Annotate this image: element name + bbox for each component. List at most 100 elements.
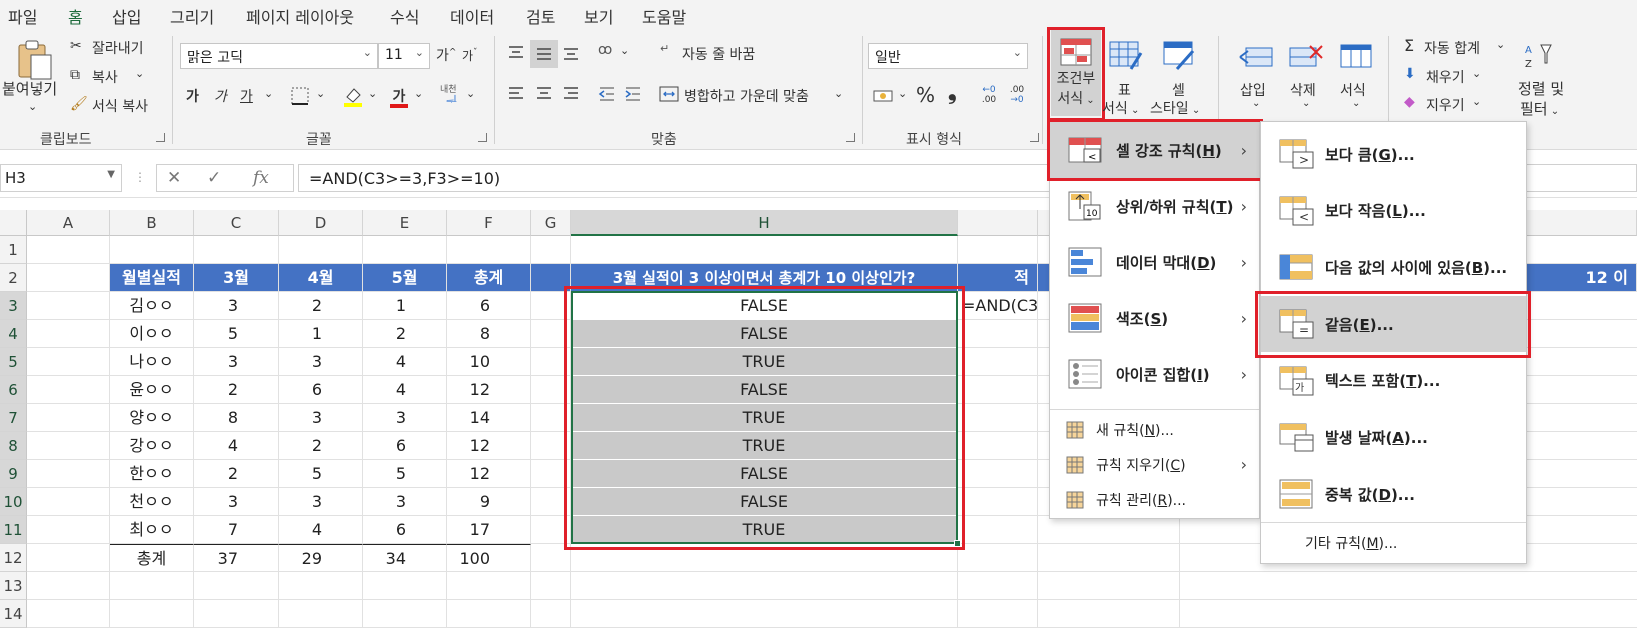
- menu-home[interactable]: 홈: [66, 4, 85, 33]
- table-cell[interactable]: 4: [194, 432, 279, 460]
- autosum-button[interactable]: 자동 합계: [1424, 38, 1480, 58]
- insert-dropdown-icon[interactable]: ⌄: [1252, 98, 1260, 109]
- total-cell[interactable]: 37: [194, 544, 279, 572]
- table-cell[interactable]: 6: [279, 376, 363, 404]
- table-header-cell[interactable]: 월별실적: [110, 264, 194, 292]
- table-cell[interactable]: 7: [194, 516, 279, 544]
- table-cell[interactable]: 1: [279, 320, 363, 348]
- table-cell[interactable]: 최ㅇㅇ: [110, 516, 194, 544]
- insert-cells-button[interactable]: 삽입: [1240, 80, 1266, 100]
- bold-button[interactable]: 가: [186, 86, 199, 106]
- table-cell[interactable]: 4: [279, 516, 363, 544]
- highlight-rule-item[interactable]: < 보다 작음(L)...: [1261, 183, 1526, 239]
- enter-icon[interactable]: ✓: [207, 168, 221, 188]
- wrap-text-button[interactable]: 자동 줄 바꿈: [682, 44, 755, 64]
- result-cell[interactable]: FALSE: [571, 320, 958, 348]
- total-cell[interactable]: 100: [447, 544, 531, 572]
- row-header[interactable]: 10: [0, 488, 27, 516]
- table-cell[interactable]: 12: [447, 432, 531, 460]
- table-header-cell[interactable]: 4월: [279, 264, 363, 292]
- cell-styles-icon[interactable]: [1160, 38, 1200, 74]
- table-header-cell[interactable]: 총계: [447, 264, 531, 292]
- increase-decimal-icon[interactable]: ←0.00: [976, 82, 1002, 108]
- number-launcher-icon[interactable]: [1030, 133, 1039, 142]
- table-cell[interactable]: 2: [363, 320, 447, 348]
- fill-color-dropdown-icon[interactable]: ⌄: [368, 87, 377, 100]
- table-header-cell[interactable]: 5월: [363, 264, 447, 292]
- fill-dropdown-icon[interactable]: ⌄: [1472, 67, 1481, 80]
- cf-menu-small-item[interactable]: 새 규칙(N)...: [1050, 412, 1259, 447]
- cf-menu-small-item[interactable]: 규칙 관리(R)...: [1050, 482, 1259, 517]
- phonetic-dropdown-icon[interactable]: ⌄: [466, 87, 475, 100]
- font-size-select[interactable]: 11 ⌄: [378, 43, 430, 69]
- copy-icon[interactable]: ⧉: [70, 67, 80, 83]
- table-cell[interactable]: 3: [363, 488, 447, 516]
- select-all-corner[interactable]: [0, 210, 27, 236]
- table-cell[interactable]: 김ㅇㅇ: [110, 292, 194, 320]
- table-cell[interactable]: 이ㅇㅇ: [110, 320, 194, 348]
- table-cell[interactable]: 14: [447, 404, 531, 432]
- highlight-rule-item[interactable]: 가 텍스트 포함(T)...: [1261, 353, 1526, 409]
- result-cell[interactable]: TRUE: [571, 348, 958, 376]
- cf-menu-item[interactable]: 10 상위/하위 규칙(T) ›: [1050, 178, 1259, 234]
- column-header[interactable]: H: [571, 210, 958, 236]
- table-cell[interactable]: 강ㅇㅇ: [110, 432, 194, 460]
- menu-data[interactable]: 데이터: [450, 4, 494, 28]
- table-cell[interactable]: 6: [363, 516, 447, 544]
- merge-center-icon[interactable]: [658, 84, 680, 104]
- format-as-table-line2[interactable]: 서식 ⌄: [1102, 98, 1139, 118]
- align-top-icon[interactable]: [505, 42, 527, 64]
- format-as-table-line1[interactable]: 표: [1118, 80, 1131, 100]
- menu-page-layout[interactable]: 페이지 레이아웃: [246, 4, 354, 28]
- align-left-icon[interactable]: [505, 83, 527, 105]
- copy-dropdown-icon[interactable]: ⌄: [135, 67, 144, 80]
- format-cells-icon[interactable]: [1336, 38, 1376, 74]
- menu-file[interactable]: 파일: [8, 4, 37, 28]
- sort-filter-line1[interactable]: 정렬 및: [1518, 78, 1564, 99]
- fill-handle[interactable]: [954, 540, 961, 547]
- menu-draw[interactable]: 그리기: [170, 4, 214, 28]
- merge-center-button[interactable]: 병합하고 가운데 맞춤: [684, 86, 809, 106]
- table-cell[interactable]: 9: [447, 488, 531, 516]
- table-cell[interactable]: 5: [194, 320, 279, 348]
- format-cells-button[interactable]: 서식: [1340, 80, 1366, 100]
- format-painter-icon[interactable]: 🖌: [70, 96, 88, 112]
- table-cell[interactable]: 2: [194, 460, 279, 488]
- menu-help[interactable]: 도움말: [642, 4, 686, 28]
- format-painter-button[interactable]: 서식 복사: [92, 96, 148, 116]
- row-header[interactable]: 9: [0, 460, 27, 488]
- cut-button[interactable]: 잘라내기: [92, 38, 144, 58]
- column-header[interactable]: F: [447, 210, 531, 236]
- row-header[interactable]: 8: [0, 432, 27, 460]
- comma-button[interactable]: ❟: [948, 80, 957, 105]
- table-cell[interactable]: 4: [363, 376, 447, 404]
- result-cell[interactable]: FALSE: [571, 488, 958, 516]
- menu-insert[interactable]: 삽입: [112, 4, 141, 28]
- menu-view[interactable]: 보기: [584, 4, 613, 28]
- cf-menu-small-item[interactable]: 규칙 지우기(C) ›: [1050, 447, 1259, 482]
- border-dropdown-icon[interactable]: ⌄: [316, 87, 325, 100]
- result-cell[interactable]: TRUE: [571, 432, 958, 460]
- orientation-dropdown-icon[interactable]: ⌄: [620, 44, 629, 57]
- column-header[interactable]: G: [531, 210, 571, 236]
- clipboard-launcher-icon[interactable]: [156, 133, 165, 142]
- clear-dropdown-icon[interactable]: ⌄: [1472, 95, 1481, 108]
- highlight-rule-item[interactable]: 다음 값의 사이에 있음(B)...: [1261, 239, 1526, 295]
- table-cell[interactable]: 2: [279, 292, 363, 320]
- table-cell[interactable]: 10: [447, 348, 531, 376]
- table-cell[interactable]: 천ㅇㅇ: [110, 488, 194, 516]
- cell-styles-line1[interactable]: 셀: [1172, 80, 1185, 100]
- insert-function-icon[interactable]: fx: [253, 168, 269, 188]
- overflow-cell[interactable]: =AND(C3>: [958, 292, 1038, 320]
- table-cell[interactable]: 8: [194, 404, 279, 432]
- sort-filter-icon[interactable]: AZ: [1520, 38, 1560, 74]
- result-cell[interactable]: FALSE: [571, 460, 958, 488]
- name-box[interactable]: H3 ▼: [0, 164, 122, 192]
- cancel-icon[interactable]: ✕: [167, 168, 181, 188]
- cf-menu-item[interactable]: 데이터 막대(D) ›: [1050, 234, 1259, 290]
- paste-button[interactable]: 붙여넣기: [2, 78, 57, 99]
- fill-button[interactable]: 채우기: [1426, 67, 1465, 87]
- total-cell[interactable]: 총계: [110, 544, 194, 572]
- clear-button[interactable]: 지우기: [1426, 95, 1465, 115]
- table-header-cell[interactable]: 적: [958, 264, 1038, 292]
